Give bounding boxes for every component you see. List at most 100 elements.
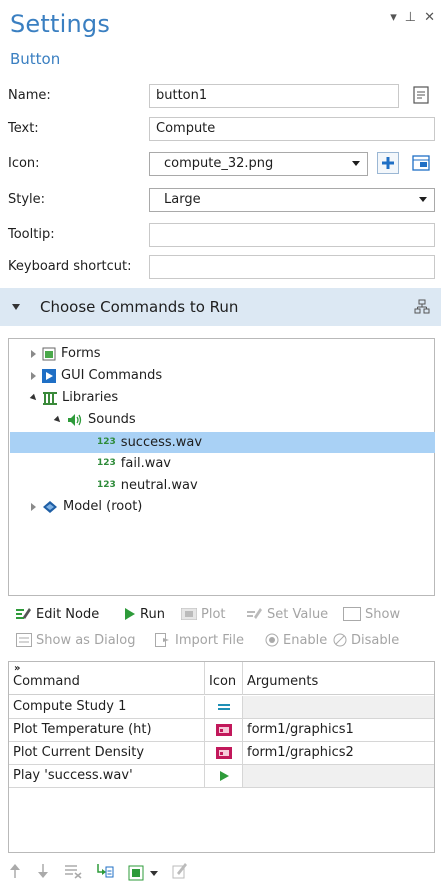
arguments-cell[interactable]: form1/graphics2 [243,742,434,764]
column-header-arguments[interactable]: Arguments [243,662,434,695]
style-label: Style: [8,192,46,207]
show-as-dialog-button[interactable]: Show as Dialog [16,629,136,651]
tree-node-neutral-wav[interactable]: 123 neutral.wav [97,475,198,496]
add-command-dropdown[interactable] [128,865,158,881]
command-cell[interactable]: Play 'success.wav' [9,765,205,787]
table-row[interactable]: Compute Study 1 [9,696,434,719]
show-label: Show [365,606,401,622]
arguments-cell[interactable] [243,696,434,718]
play-icon [124,608,136,620]
run-button[interactable]: Run [124,603,165,625]
collapse-icon[interactable] [12,304,20,310]
tree-label: Sounds [88,412,136,427]
shortcut-label: Keyboard shortcut: [8,259,132,274]
table-row[interactable]: Plot Temperature (ht) form1/graphics1 [9,719,434,742]
number-icon: 123 [97,437,116,447]
add-icon[interactable] [377,152,399,174]
table-row[interactable]: Play 'success.wav' [9,765,434,788]
move-down-icon[interactable] [36,863,50,883]
command-cell[interactable]: Compute Study 1 [9,696,205,718]
pin-icon[interactable]: ⊥ [405,10,416,25]
shortcut-row: Keyboard shortcut: [0,253,441,281]
expand-icon[interactable] [31,349,36,358]
name-field[interactable]: button1 [149,84,399,108]
move-up-icon[interactable] [8,863,22,883]
tree-node-sounds[interactable]: Sounds [53,409,136,430]
collapse-icon[interactable] [29,393,39,402]
edit-node-icon [16,607,32,621]
gui-commands-icon [42,368,56,383]
show-button[interactable]: Show [343,603,400,625]
enable-icon [265,633,279,647]
column-header-icon[interactable]: Icon [205,662,243,695]
tooltip-label: Tooltip: [8,227,55,242]
shortcut-field[interactable] [149,255,435,279]
style-select-value: Large [164,192,201,207]
plot-icon [181,608,197,620]
command-table: » Command Icon Arguments Compute Study 1… [8,661,435,853]
edit-argument-icon[interactable] [172,863,188,883]
set-value-icon [247,607,263,621]
expand-icon[interactable] [31,371,36,380]
tree-label: Libraries [62,390,119,405]
tooltip-field[interactable] [149,223,435,247]
command-cell[interactable]: Plot Temperature (ht) [9,719,205,741]
tree-node-gui-commands[interactable]: GUI Commands [31,365,162,386]
expand-columns-icon[interactable]: » [14,663,20,674]
insert-command-icon[interactable] [96,863,114,883]
enable-button[interactable]: Enable [265,629,327,651]
tree-node-fail-wav[interactable]: 123 fail.wav [97,453,171,474]
delete-rows-icon[interactable] [64,863,82,883]
plot-icon [205,719,243,741]
text-label: Text: [8,121,39,136]
name-row: Name: button1 [0,82,441,110]
arguments-cell[interactable]: form1/graphics1 [243,719,434,741]
set-value-label: Set Value [267,606,329,622]
tree-label: neutral.wav [120,478,198,493]
command-cell[interactable]: Plot Current Density [9,742,205,764]
tree-node-forms[interactable]: Forms [31,343,101,364]
edit-node-button[interactable]: Edit Node [16,603,99,625]
play-icon [205,765,243,787]
tree-node-success-wav[interactable]: 123 success.wav [97,432,202,453]
disable-button[interactable]: Disable [333,629,399,651]
tree-label: fail.wav [120,456,171,471]
browse-icon[interactable] [410,152,432,174]
tree-node-model[interactable]: Model (root) [31,496,142,517]
import-file-label: Import File [175,632,245,648]
plot-icon [205,742,243,764]
column-header-command[interactable]: » Command [9,662,205,695]
panel-subtitle: Button [10,50,61,68]
tree-label: success.wav [120,435,203,450]
speaker-icon [67,413,83,427]
dialog-icon [16,633,32,647]
icon-select[interactable]: compute_32.png [149,152,368,176]
expand-icon[interactable] [31,502,36,511]
edit-text-icon[interactable] [410,84,432,106]
icon-label: Icon: [8,156,40,171]
collapse-icon[interactable] [53,415,63,424]
section-title: Choose Commands to Run [40,298,239,316]
dropdown-icon[interactable]: ▾ [390,10,397,25]
section-header[interactable]: Choose Commands to Run [0,288,441,326]
tree-node-libraries[interactable]: Libraries [29,387,119,408]
set-value-button[interactable]: Set Value [247,603,328,625]
close-icon[interactable]: ✕ [424,10,435,25]
icon-row: Icon: compute_32.png [0,150,441,178]
arguments-cell[interactable] [243,765,434,787]
plot-button[interactable]: Plot [181,603,226,625]
tooltip-row: Tooltip: [0,221,441,249]
chevron-down-icon [352,161,360,166]
tree-selection-highlight [10,432,435,453]
tree-settings-icon[interactable] [413,298,431,320]
import-icon [155,633,171,647]
import-file-button[interactable]: Import File [155,629,244,651]
command-tree[interactable]: Forms GUI Commands Libraries Sounds 123 … [8,338,435,596]
text-field[interactable]: Compute [149,117,435,141]
table-row[interactable]: Plot Current Density form1/graphics2 [9,742,434,765]
style-row: Style: Large [0,186,441,214]
model-icon [42,500,58,514]
run-label: Run [140,606,165,622]
bottom-toolbar [8,862,188,884]
style-select[interactable]: Large [149,188,435,212]
